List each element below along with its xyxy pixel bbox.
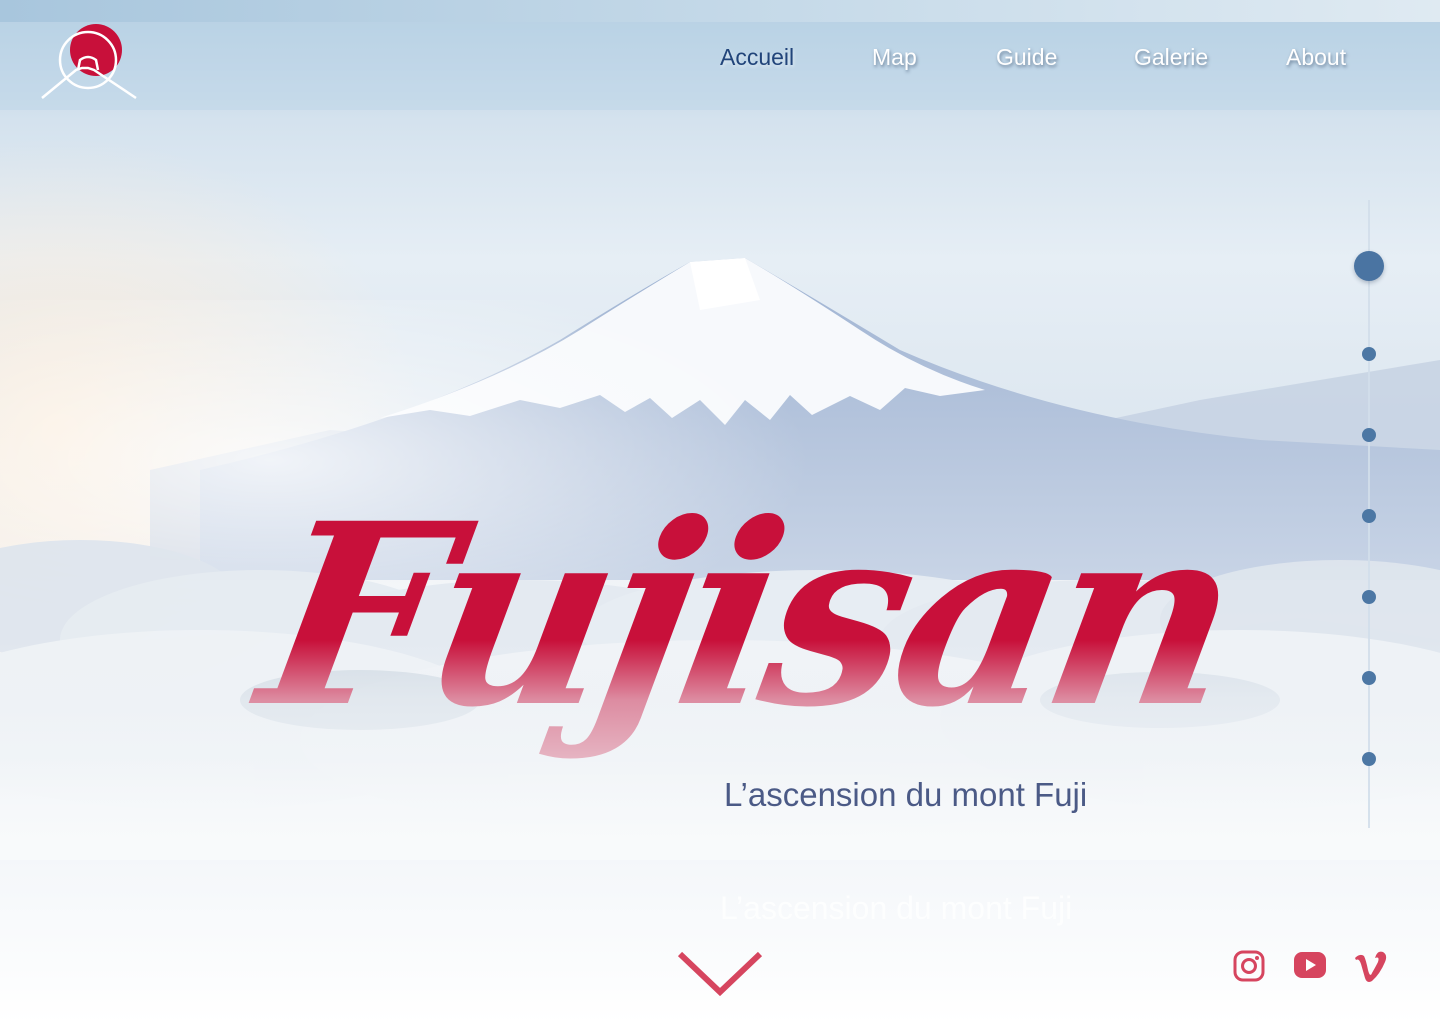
youtube-icon[interactable] <box>1292 948 1328 984</box>
nav-accueil[interactable]: Accueil <box>720 44 794 71</box>
pager-dot-4[interactable] <box>1362 509 1376 523</box>
hero-subtitle: L’ascension du mont Fuji <box>724 776 1088 813</box>
pager-dot-7[interactable] <box>1362 752 1376 766</box>
scroll-down-chevron-icon[interactable] <box>676 948 764 1000</box>
nav-guide[interactable]: Guide <box>996 44 1057 71</box>
pager-dot-1[interactable] <box>1354 251 1384 281</box>
nav-galerie[interactable]: Galerie <box>1134 44 1208 71</box>
main-nav: Accueil Map Guide Galerie About <box>0 44 1440 84</box>
ghost-subtitle: L’ascension du mont Fuji <box>720 890 1073 926</box>
cloud-overlay <box>0 640 1440 860</box>
pager-dot-2[interactable] <box>1362 347 1376 361</box>
top-strip <box>0 0 1440 22</box>
vimeo-icon[interactable] <box>1352 948 1388 984</box>
nav-map[interactable]: Map <box>872 44 917 71</box>
nav-about[interactable]: About <box>1286 44 1346 71</box>
pager-dot-6[interactable] <box>1362 671 1376 685</box>
pager-dot-5[interactable] <box>1362 590 1376 604</box>
instagram-icon[interactable] <box>1232 948 1268 984</box>
pager-dot-3[interactable] <box>1362 428 1376 442</box>
